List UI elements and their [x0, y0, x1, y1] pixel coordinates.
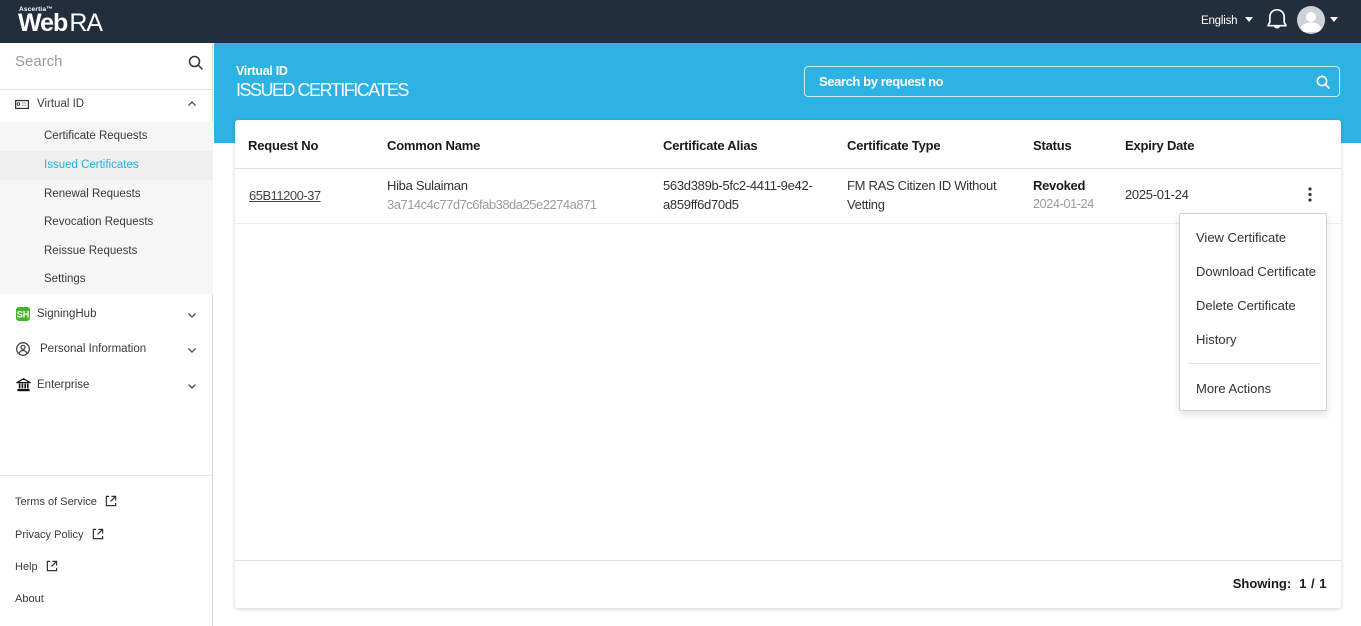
- svg-text:SH: SH: [17, 310, 30, 320]
